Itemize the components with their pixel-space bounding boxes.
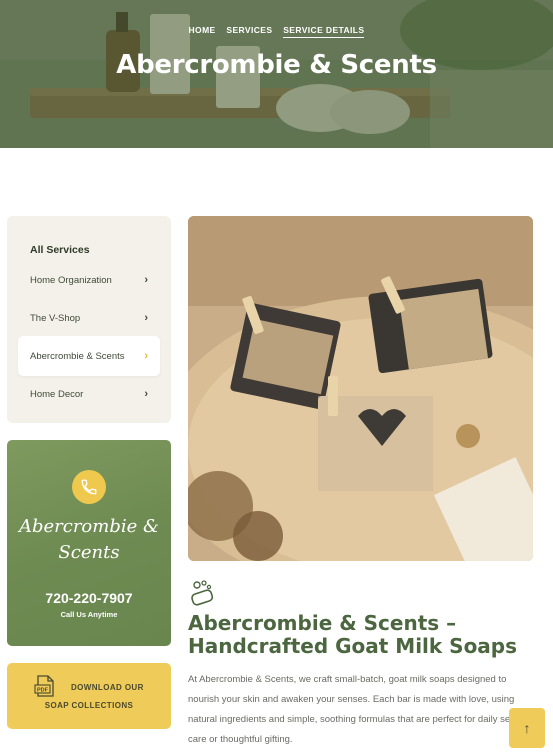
- pdf-icon-label: PDF: [37, 688, 49, 694]
- phone-icon: [72, 470, 106, 504]
- sidebar-item-home-decor[interactable]: Home Decor ›: [18, 374, 160, 414]
- page-title: Abercrombie & Scents: [116, 50, 437, 80]
- contact-phone-number[interactable]: 720-220-7907: [7, 590, 171, 606]
- chevron-right-icon: ›: [144, 312, 148, 324]
- sidebar-item-the-v-shop[interactable]: The V-Shop ›: [18, 298, 160, 338]
- sidebar-item-label: The V-Shop: [30, 312, 81, 324]
- chevron-right-icon: ›: [144, 388, 148, 400]
- contact-brand-line-1: Abercrombie &: [18, 516, 160, 537]
- scroll-to-top-button[interactable]: ↑: [509, 708, 545, 748]
- content-title: Abercrombie & Scents – Handcrafted Goat …: [188, 611, 518, 658]
- soap-product-image: [188, 216, 533, 561]
- sidebar-item-label: Abercrombie & Scents: [30, 350, 125, 362]
- sidebar-item-label: Home Organization: [30, 274, 112, 286]
- chevron-right-icon: ›: [144, 350, 148, 362]
- contact-caption: Call Us Anytime: [60, 610, 118, 619]
- contact-brand-name: Abercrombie & Scents: [7, 514, 171, 566]
- breadcrumb: HOME SERVICES SERVICE DETAILS: [0, 25, 553, 38]
- breadcrumb-service-details: SERVICE DETAILS: [283, 25, 365, 38]
- chevron-right-icon: ›: [144, 274, 148, 286]
- sidebar-item-home-organization[interactable]: Home Organization ›: [18, 260, 160, 300]
- pdf-file-icon: PDF: [34, 675, 54, 697]
- arrow-up-icon: ↑: [523, 720, 531, 736]
- breadcrumb-home[interactable]: HOME: [189, 25, 216, 35]
- breadcrumb-services[interactable]: SERVICES: [226, 25, 272, 35]
- sidebar-item-abercrombie-scents[interactable]: Abercrombie & Scents ›: [18, 336, 160, 376]
- download-line-2: SOAP COLLECTIONS: [44, 701, 134, 710]
- page-hero: HOME SERVICES SERVICE DETAILS Abercrombi…: [0, 0, 553, 148]
- soap-icon: [191, 580, 214, 606]
- contact-brand-line-2: Scents: [58, 542, 120, 563]
- sidebar-heading: All Services: [30, 244, 90, 256]
- download-line-1: DOWNLOAD OUR: [71, 683, 144, 692]
- contact-card: Abercrombie & Scents 720-220-7907 Call U…: [7, 440, 171, 646]
- services-sidebar: All Services Home Organization › The V-S…: [7, 216, 171, 423]
- download-soap-collections-button[interactable]: PDF DOWNLOAD OUR SOAP COLLECTIONS: [7, 663, 171, 729]
- sidebar-item-label: Home Decor: [30, 388, 84, 400]
- content-body: At Abercrombie & Scents, we craft small-…: [188, 674, 519, 745]
